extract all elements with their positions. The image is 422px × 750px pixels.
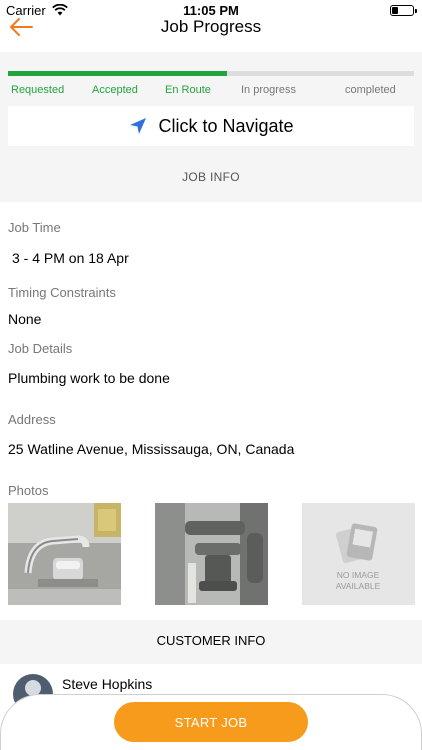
photos-label: Photos xyxy=(8,483,49,498)
nav-bar: Job Progress xyxy=(0,14,422,52)
job-info-header: JOB INFO xyxy=(182,170,240,184)
step-requested: Requested xyxy=(11,84,65,96)
progress-steps: Requested Accepted En Route In progress … xyxy=(8,84,414,98)
job-photo-faucet[interactable] xyxy=(8,503,121,605)
navigate-button[interactable]: Click to Navigate xyxy=(8,106,414,146)
address-value: 25 Watline Avenue, Mississauga, ON, Cana… xyxy=(8,441,295,457)
timing-constraints-value: None xyxy=(8,311,42,327)
navigation-arrow-icon xyxy=(130,118,147,134)
customer-name: Steve Hopkins xyxy=(62,676,153,692)
page-title: Job Progress xyxy=(160,17,262,36)
address-label: Address xyxy=(8,412,56,427)
timing-constraints-label: Timing Constraints xyxy=(8,285,116,300)
job-time-label: Job Time xyxy=(8,220,61,235)
navigate-label: Click to Navigate xyxy=(158,115,294,136)
step-in-progress: In progress xyxy=(241,84,297,96)
start-job-button[interactable]: START JOB xyxy=(114,702,308,742)
job-time-value: 3 - 4 PM on 18 Apr xyxy=(12,250,129,266)
job-photo-pipes[interactable] xyxy=(155,503,268,605)
step-en-route: En Route xyxy=(165,84,211,96)
no-image-icon: NO IMAGE AVAILABLE xyxy=(336,523,381,591)
progress-bar xyxy=(8,71,414,76)
no-image-line2: AVAILABLE xyxy=(336,581,381,591)
step-completed: completed xyxy=(345,84,396,96)
faucet-image xyxy=(8,503,121,605)
job-details-label: Job Details xyxy=(8,341,73,356)
no-image-line1: NO IMAGE xyxy=(337,570,380,580)
progress-bar-fill xyxy=(8,71,228,76)
customer-info-header: CUSTOMER INFO xyxy=(156,633,266,648)
no-image-placeholder: NO IMAGE AVAILABLE xyxy=(302,503,415,605)
step-accepted: Accepted xyxy=(92,84,138,96)
job-details-value: Plumbing work to be done xyxy=(8,370,170,386)
pipes-image xyxy=(155,503,268,605)
